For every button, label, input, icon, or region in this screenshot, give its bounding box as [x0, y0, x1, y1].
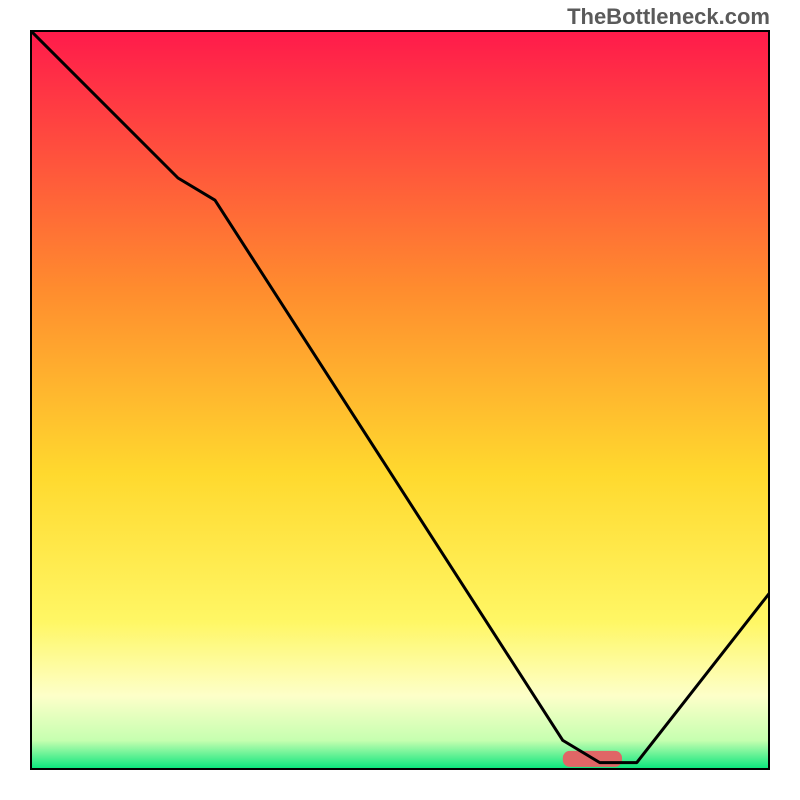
plot-svg: [30, 30, 770, 770]
plot-area: [30, 30, 770, 770]
chart-frame: TheBottleneck.com: [0, 0, 800, 800]
watermark-text: TheBottleneck.com: [567, 4, 770, 30]
